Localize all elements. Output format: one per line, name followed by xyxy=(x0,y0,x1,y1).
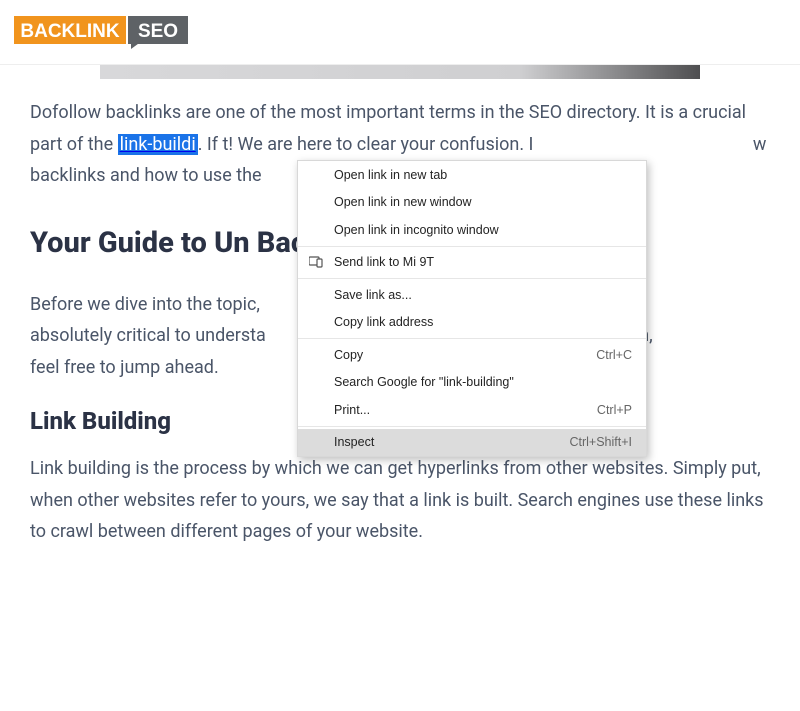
devices-icon xyxy=(308,254,324,270)
logo-text-right: SEO xyxy=(138,21,178,42)
hero-image-strip xyxy=(100,65,700,79)
selected-link-text: link-buildi xyxy=(118,134,198,155)
ctx-open-new-window[interactable]: Open link in new window xyxy=(298,189,646,217)
ctx-separator xyxy=(298,246,646,247)
ctx-item-label: Send link to Mi 9T xyxy=(334,255,632,269)
text-fragment: absolutely critical to understa xyxy=(30,325,266,346)
ctx-send-to-device[interactable]: Send link to Mi 9T xyxy=(298,249,646,277)
ctx-item-label: Inspect xyxy=(334,435,555,449)
link-building-link[interactable]: link-buildi xyxy=(118,134,198,155)
ctx-item-label: Search Google for "link-building" xyxy=(334,375,632,389)
ctx-inspect[interactable]: Inspect Ctrl+Shift+I xyxy=(298,429,646,457)
context-menu: Open link in new tab Open link in new wi… xyxy=(297,160,647,457)
ctx-shortcut: Ctrl+P xyxy=(583,403,632,417)
ctx-copy[interactable]: Copy Ctrl+C xyxy=(298,341,646,369)
text-fragment: feel free to jump ahead. xyxy=(30,357,219,378)
ctx-item-label: Copy xyxy=(334,348,582,362)
ctx-shortcut: Ctrl+C xyxy=(582,348,632,362)
ctx-save-link-as[interactable]: Save link as... xyxy=(298,281,646,309)
ctx-item-label: Open link in new window xyxy=(334,195,632,209)
paragraph-link-building: Link building is the process by which we… xyxy=(30,453,770,548)
ctx-item-label: Print... xyxy=(334,403,583,417)
ctx-item-label: Open link in new tab xyxy=(334,168,632,182)
text-fragment: Before we dive into the topic, xyxy=(30,294,260,315)
ctx-separator xyxy=(298,426,646,427)
ctx-open-incognito[interactable]: Open link in incognito window xyxy=(298,216,646,244)
ctx-item-label: Copy link address xyxy=(334,315,632,329)
ctx-shortcut: Ctrl+Shift+I xyxy=(555,435,632,449)
ctx-item-label: Open link in incognito window xyxy=(334,223,632,237)
ctx-separator xyxy=(298,278,646,279)
ctx-separator xyxy=(298,338,646,339)
site-header: BACKLINK SEO xyxy=(0,0,800,65)
ctx-search-google[interactable]: Search Google for "link-building" xyxy=(298,369,646,397)
ctx-open-new-tab[interactable]: Open link in new tab xyxy=(298,161,646,189)
ctx-print[interactable]: Print... Ctrl+P xyxy=(298,396,646,424)
text-fragment: . If t! We are here to clear your confus… xyxy=(198,134,538,155)
site-logo[interactable]: BACKLINK SEO xyxy=(14,10,189,50)
logo-text-left: BACKLINK xyxy=(20,21,119,42)
backlinkseo-logo-icon: BACKLINK SEO xyxy=(14,10,189,50)
ctx-copy-link-address[interactable]: Copy link address xyxy=(298,309,646,337)
ctx-item-label: Save link as... xyxy=(334,288,632,302)
